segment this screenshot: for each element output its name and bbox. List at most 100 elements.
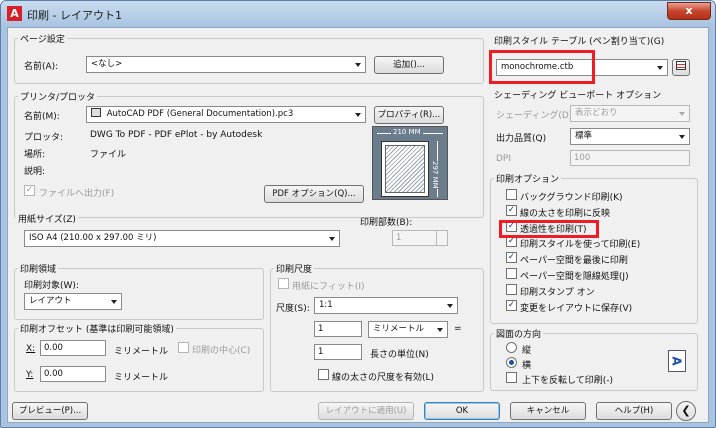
page-setup-name-value: <なし> [91,59,123,69]
orientation-letter: A [669,356,684,366]
chevron-down-icon [447,304,453,308]
print-to-file-label: ファイルへ出力(F) [39,189,115,199]
upside-down-checkbox[interactable] [506,372,517,383]
scale-label: 尺度(S): [276,304,310,314]
chevron-down-icon [355,63,361,67]
chevron-down-icon [111,300,117,304]
page-setup-name-label: 名前(A): [24,62,59,72]
printer-name-label: 名前(M): [24,112,60,122]
portrait-radio[interactable] [506,342,517,353]
center-plot-label: 印刷の中心(C) [192,346,251,356]
what-to-plot-select[interactable]: レイアウト [24,293,122,310]
plot-style-highlight [489,50,595,84]
autocad-icon: A [7,6,22,21]
fit-to-paper-label: 用紙にフィット(I) [292,282,365,292]
plot-option-checkbox-7[interactable]: ✓ [506,300,517,311]
plot-option-label-6: 印刷スタンプ オン [520,288,595,298]
transparency-highlight [499,220,599,238]
dialog-body: ページ設定 名前(A): <なし> 追加()... プリンタ/プロッタ 名前(M… [7,27,709,423]
shaded-viewport-title: シェーディング ビューポート オプション [492,88,664,101]
edit-plot-style-button[interactable] [672,59,690,76]
fit-to-paper-checkbox[interactable] [278,278,289,289]
copies-input[interactable]: 1 [392,230,448,246]
plot-option-checkbox-5[interactable] [506,268,517,279]
chevron-down-icon [437,328,443,332]
plot-options-title: 印刷オプション [494,172,562,185]
close-button[interactable]: x [667,2,711,20]
plot-option-label-3: 印刷スタイルを使って印刷(E) [520,240,641,250]
x-offset-input[interactable]: 0.00 [40,340,106,356]
description-label: 説明: [24,167,46,177]
page-setup-name-select[interactable]: <なし> [86,56,366,73]
chevron-down-icon [329,237,335,241]
spinner-icon [436,231,447,245]
plot-option-checkbox-1[interactable]: ✓ [506,205,517,216]
y-offset-input[interactable]: 0.00 [40,366,106,382]
collapse-button[interactable]: ❮ [676,401,696,421]
pdf-options-button[interactable]: PDF オプション(Q)... [264,185,364,203]
add-page-setup-button[interactable]: 追加()... [374,56,444,74]
plotter-value: DWG To PDF - PDF ePlot - by Autodesk [90,130,263,140]
scale-lineweights-checkbox[interactable] [318,369,329,380]
plot-option-label-1: 線の太さを印刷に反映 [520,209,611,219]
page-setup-title: ページ設定 [18,32,67,45]
plot-option-checkbox-6[interactable] [506,284,517,295]
chevron-down-icon [355,113,361,117]
chevron-down-icon [657,66,663,70]
what-to-plot-value: レイアウト [29,296,72,306]
location-label: 場所: [24,150,46,160]
y-offset-unit: ミリメートル [114,373,169,383]
plot-option-label-5: ペーパー空間を隠線処理(J) [520,272,629,282]
plot-option-label-0: バックグラウンド印刷(K) [520,193,623,203]
scale-value1-input[interactable]: 1 [314,321,362,337]
preview-width-label: 210 MM [391,128,423,136]
plot-option-checkbox-0[interactable] [506,189,517,200]
quality-select[interactable]: 標準 [570,128,690,145]
apply-to-layout-button[interactable]: レイアウトに適用(U) [318,402,414,420]
paper-size-select[interactable]: ISO A4 (210.00 x 297.00 ミリ) [24,230,340,247]
paper-size-value: ISO A4 (210.00 x 297.00 ミリ) [29,233,157,243]
orientation-icon: A [668,350,686,372]
upside-down-label: 上下を反転して印刷(-) [522,376,614,386]
plot-option-checkbox-4[interactable]: ✓ [506,252,517,263]
printer-name-value: AutoCAD PDF (General Documentation).pc3 [106,109,294,119]
plot-area-title: 印刷領域 [18,262,59,275]
plot-option-label-4: ペーパー空間を最後に印刷 [520,256,628,266]
x-offset-label: X: [26,344,36,354]
dpi-input[interactable]: 100 [570,150,690,166]
title-bar[interactable]: A 印刷 - レイアウト1 x [1,1,715,27]
preview-button[interactable]: プレビュー(P)... [12,402,88,420]
preview-printable-area [385,145,425,193]
shade-plot-value: 表示どおり [575,108,618,118]
printer-properties-button[interactable]: プロパティ(R)... [374,106,444,124]
quality-value: 標準 [575,131,593,141]
quality-label: 出力品質(Q) [496,134,547,144]
location-value: ファイル [90,150,127,160]
chevron-down-icon [679,135,685,139]
x-offset-unit: ミリメートル [114,347,169,357]
chevron-left-icon: ❮ [681,404,691,417]
ok-button[interactable]: OK [424,402,500,420]
center-plot-checkbox[interactable] [178,342,189,353]
copies-label: 印刷部数(B): [360,218,413,228]
scale-lineweights-label: 線の太さの尺度を有効(L) [332,373,435,383]
shade-plot-select[interactable]: 表示どおり [570,105,690,122]
landscape-label: 横 [522,361,532,371]
copies-value: 1 [396,233,402,243]
scale-unit-value: ミリメートル [373,324,425,334]
scale-select[interactable]: 1:1 [314,297,458,314]
help-button[interactable]: ヘルプ(H) [596,402,672,420]
plot-style-title: 印刷スタイル テーブル (ペン割り当て)(G) [492,34,667,47]
scale-unit-select[interactable]: ミリメートル [368,321,448,338]
printer-name-select[interactable]: AutoCAD PDF (General Documentation).pc3 [86,106,366,123]
window-title: 印刷 - レイアウト1 [27,9,122,22]
scale-value2-input[interactable]: 1 [314,344,362,360]
cancel-button[interactable]: キャンセル [510,402,586,420]
print-to-file-checkbox[interactable]: ✓ [24,185,35,196]
unit-label: 長さの単位(N) [370,350,429,360]
plot-dialog: A 印刷 - レイアウト1 x ページ設定 名前(A): <なし> 追加()..… [0,0,716,428]
landscape-radio[interactable] [506,357,517,368]
plot-scale-title: 印刷尺度 [274,262,315,275]
preview-sheet [381,141,429,197]
table-edit-icon [676,61,686,70]
